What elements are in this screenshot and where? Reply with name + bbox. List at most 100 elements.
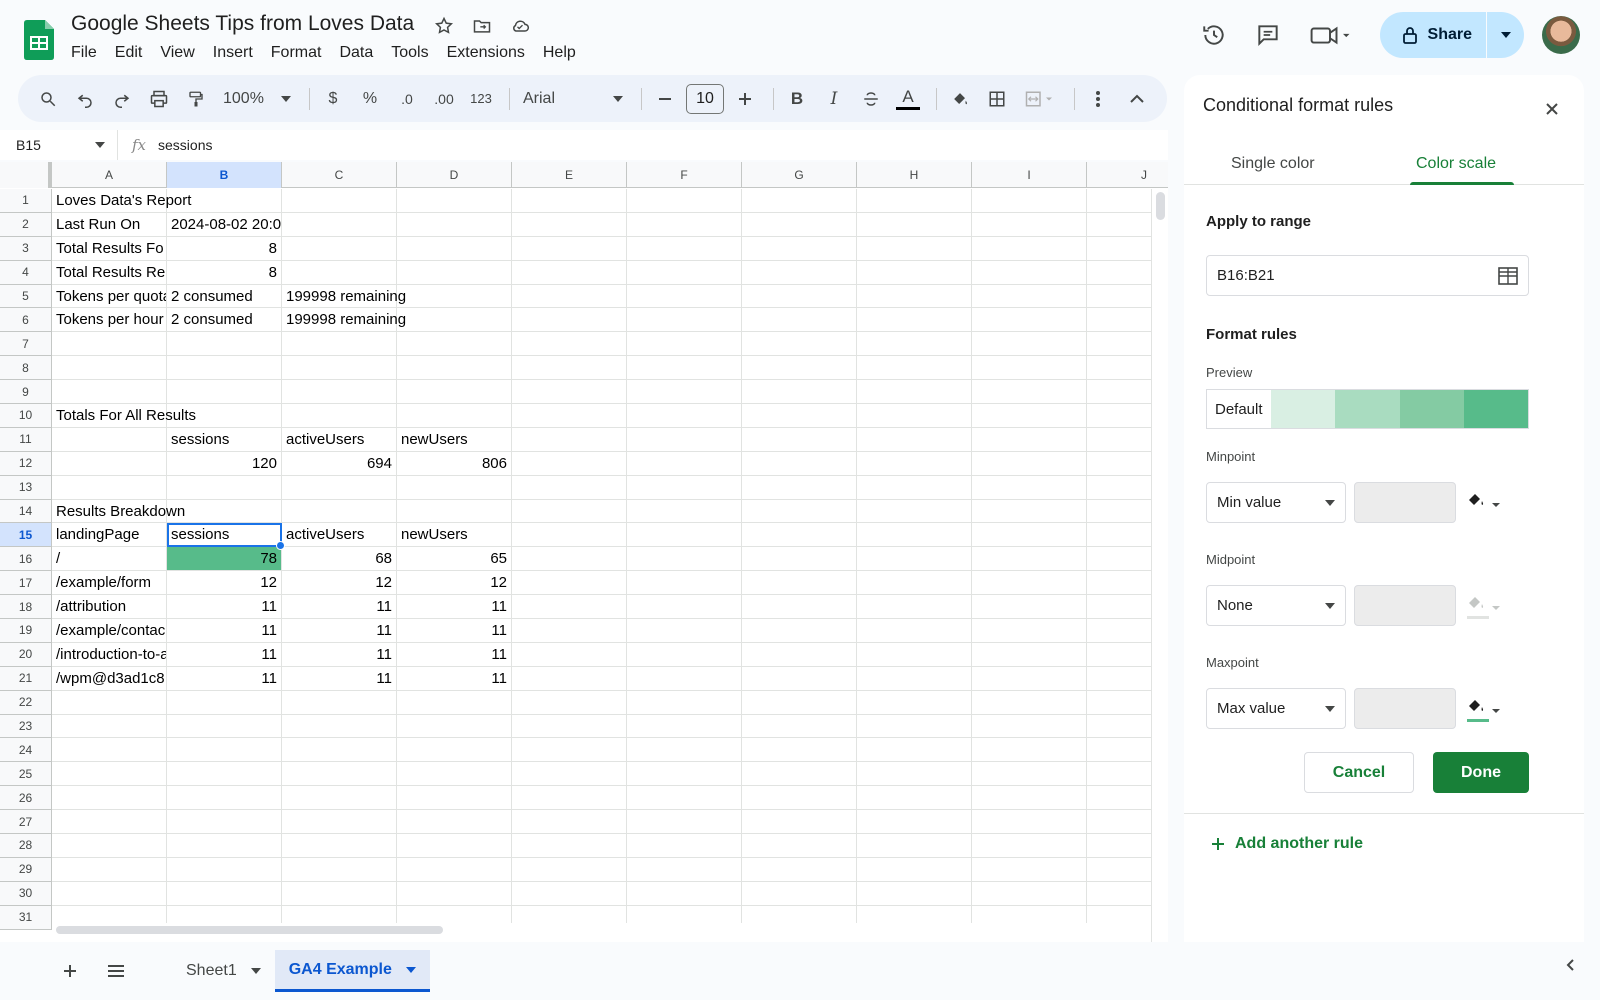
empty-cell[interactable] [857, 451, 972, 476]
cell-a8[interactable] [52, 356, 167, 381]
cell-c26[interactable] [282, 786, 397, 811]
minpoint-select[interactable]: Min value [1206, 482, 1346, 523]
cell-a15[interactable]: landingPage [52, 523, 167, 548]
empty-cell[interactable] [512, 881, 627, 906]
cell-a7[interactable] [52, 332, 167, 357]
row-header[interactable]: 26 [0, 786, 52, 811]
row-header[interactable]: 21 [0, 666, 52, 691]
empty-cell[interactable] [512, 475, 627, 500]
menu-insert[interactable]: Insert [213, 42, 262, 64]
cell-d18[interactable]: 11 [397, 595, 512, 620]
cell-b8[interactable] [167, 356, 282, 381]
empty-cell[interactable] [972, 451, 1087, 476]
cell-b26[interactable] [167, 786, 282, 811]
empty-cell[interactable] [857, 499, 972, 524]
empty-cell[interactable] [972, 284, 1087, 309]
empty-cell[interactable] [857, 738, 972, 763]
cell-b20[interactable]: 11 [167, 642, 282, 667]
undo-icon[interactable] [69, 83, 101, 115]
cell-d25[interactable] [397, 762, 512, 787]
cell-b6[interactable]: 2 consumed [167, 308, 282, 333]
cell-d14[interactable] [397, 499, 512, 524]
cell-c6[interactable]: 199998 remaining [282, 308, 406, 333]
borders-icon[interactable] [981, 83, 1013, 115]
vertical-scroll-thumb[interactable] [1156, 192, 1165, 220]
empty-cell[interactable] [742, 451, 857, 476]
row-header[interactable]: 30 [0, 881, 52, 906]
row-header[interactable]: 20 [0, 642, 52, 667]
print-icon[interactable] [143, 83, 175, 115]
cell-c23[interactable] [282, 714, 397, 739]
empty-cell[interactable] [972, 499, 1087, 524]
empty-cell[interactable] [972, 834, 1087, 858]
range-input[interactable]: B16:B21 [1206, 255, 1529, 296]
empty-cell[interactable] [742, 380, 857, 405]
empty-cell[interactable] [972, 260, 1087, 285]
cell-a30[interactable] [52, 881, 167, 906]
format-currency-button[interactable]: $ [317, 83, 349, 115]
empty-cell[interactable] [972, 212, 1087, 237]
empty-cell[interactable] [512, 380, 627, 405]
cell-a26[interactable] [52, 786, 167, 811]
empty-cell[interactable] [512, 666, 627, 691]
empty-cell[interactable] [742, 308, 857, 333]
cell-d8[interactable] [397, 356, 512, 381]
cell-a1[interactable]: Loves Data's Report [52, 189, 191, 213]
empty-cell[interactable] [627, 690, 742, 715]
formula-input[interactable]: sessions [158, 137, 212, 153]
decrease-decimal-button[interactable]: .0 [391, 83, 423, 115]
menu-view[interactable]: View [160, 42, 203, 64]
cell-c16[interactable]: 68 [282, 547, 397, 572]
cell-c10[interactable] [282, 404, 397, 428]
empty-cell[interactable] [972, 857, 1087, 882]
cell-b4[interactable]: 8 [167, 260, 282, 285]
cell-c9[interactable] [282, 380, 397, 405]
empty-cell[interactable] [857, 236, 972, 261]
cell-d19[interactable]: 11 [397, 619, 512, 643]
midpoint-select[interactable]: None [1206, 585, 1346, 626]
cell-a11[interactable] [52, 427, 167, 452]
row-header[interactable]: 9 [0, 380, 52, 405]
empty-cell[interactable] [512, 786, 627, 811]
empty-cell[interactable] [627, 404, 742, 428]
menu-help[interactable]: Help [543, 42, 585, 64]
cell-b25[interactable] [167, 762, 282, 787]
empty-cell[interactable] [857, 857, 972, 882]
cell-d9[interactable] [397, 380, 512, 405]
empty-cell[interactable] [742, 212, 857, 237]
empty-cell[interactable] [857, 380, 972, 405]
cell-c18[interactable]: 11 [282, 595, 397, 620]
empty-cell[interactable] [972, 881, 1087, 906]
cell-a5[interactable]: Tokens per quota [52, 284, 167, 309]
select-range-icon[interactable] [1498, 266, 1518, 285]
caret-down-icon[interactable] [405, 966, 416, 973]
redo-icon[interactable] [106, 83, 138, 115]
cell-d20[interactable]: 11 [397, 642, 512, 667]
share-dropdown-button[interactable] [1486, 12, 1524, 58]
star-icon[interactable] [432, 14, 456, 38]
empty-cell[interactable] [857, 212, 972, 237]
empty-cell[interactable] [512, 284, 627, 309]
meet-video-icon[interactable] [1302, 15, 1358, 55]
empty-cell[interactable] [857, 666, 972, 691]
cell-d3[interactable] [397, 236, 512, 261]
chevron-left-icon[interactable] [1566, 958, 1574, 976]
spreadsheet-grid[interactable]: ABCDEFGHIJ 1 Loves Data's Report 2 Last Run… [0, 162, 1168, 942]
cell-d5[interactable] [397, 284, 512, 309]
empty-cell[interactable] [512, 619, 627, 643]
column-header-c[interactable]: C [282, 162, 397, 188]
empty-cell[interactable] [742, 834, 857, 858]
empty-cell[interactable] [512, 427, 627, 452]
empty-cell[interactable] [512, 212, 627, 237]
empty-cell[interactable] [512, 738, 627, 763]
empty-cell[interactable] [627, 475, 742, 500]
empty-cell[interactable] [627, 451, 742, 476]
name-box[interactable]: B15 [0, 130, 118, 160]
comments-icon[interactable] [1248, 15, 1288, 55]
empty-cell[interactable] [972, 189, 1087, 213]
cell-c21[interactable]: 11 [282, 666, 397, 691]
cell-a20[interactable]: /introduction-to-a [52, 642, 167, 667]
empty-cell[interactable] [742, 189, 857, 213]
row-header[interactable]: 15 [0, 523, 52, 548]
empty-cell[interactable] [627, 810, 742, 835]
